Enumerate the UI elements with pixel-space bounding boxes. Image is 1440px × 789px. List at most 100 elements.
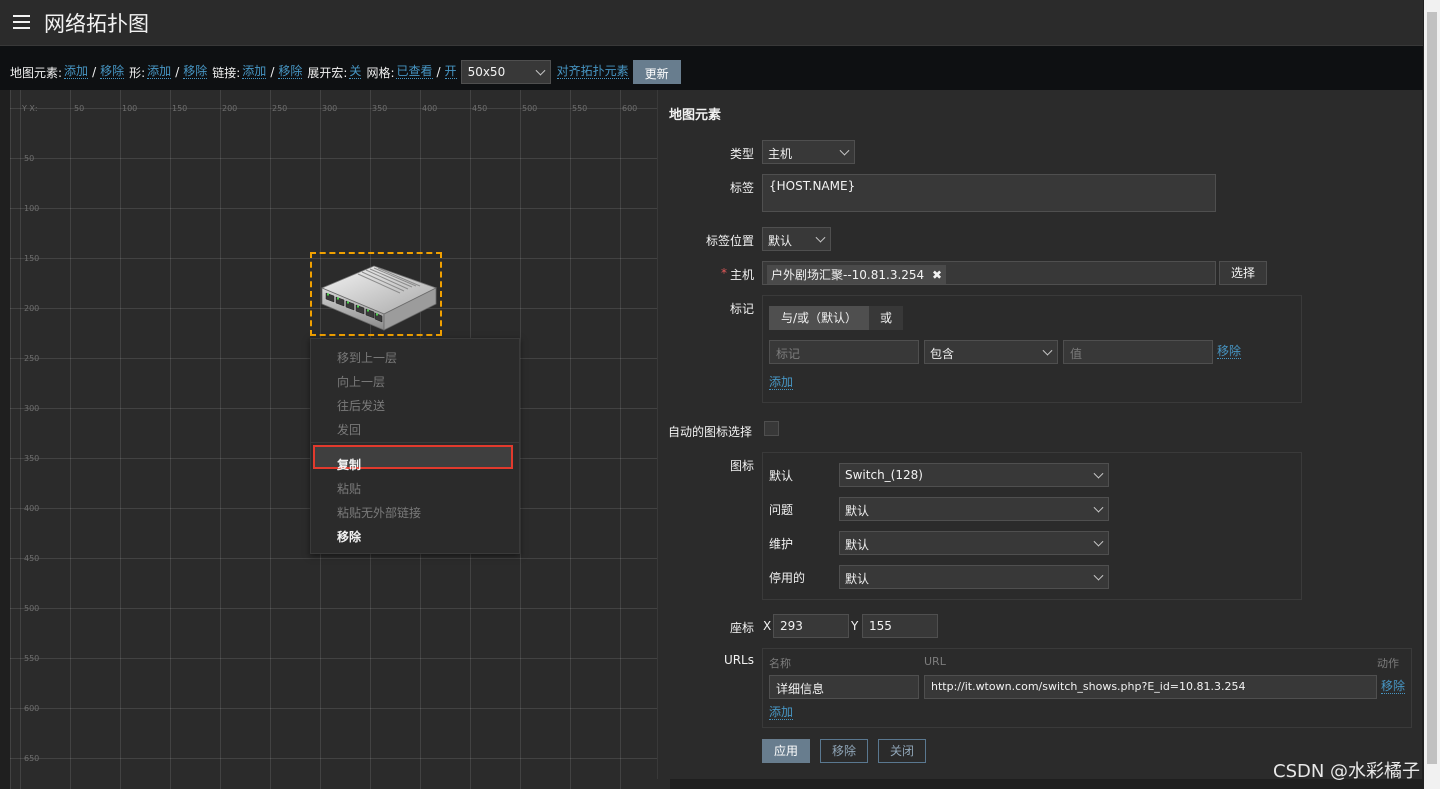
tag-operator-select[interactable]: 包含 [924, 340, 1058, 364]
icon-default-select[interactable]: Switch_(128) [839, 463, 1109, 487]
x-axis-tick: 600 [622, 104, 638, 113]
url-remove-link[interactable]: 移除 [1381, 680, 1406, 694]
x-axis-tick: 200 [222, 104, 238, 113]
tag-name-input[interactable]: 标记 [769, 340, 919, 364]
y-coordinate-input[interactable]: 155 [862, 614, 938, 638]
x-axis-tick: 250 [272, 104, 288, 113]
icons-label: 图标 [729, 459, 754, 473]
hamburger-menu-icon[interactable] [13, 15, 30, 29]
add-link-link[interactable]: 添加 [242, 65, 267, 79]
slash-separator: / [175, 65, 180, 79]
network-switch-icon [320, 265, 438, 331]
icon-maintenance-select[interactable]: 默认 [839, 531, 1109, 555]
type-select[interactable]: 主机 [762, 140, 855, 164]
icon-default-value: Switch_(128) [845, 468, 923, 482]
coordinates-label: 座标 [729, 621, 754, 635]
icon-disabled-select[interactable]: 默认 [839, 565, 1109, 589]
map-elements-label: 地图元素: [10, 65, 63, 80]
auto-icon-checkbox[interactable] [764, 421, 779, 436]
apply-button[interactable]: 应用 [762, 739, 810, 763]
menu-item-paste-without-links[interactable]: 粘贴无外部链接 [337, 504, 421, 521]
tags-or-toggle[interactable]: 或 [869, 306, 903, 330]
menu-item-send-to-back[interactable]: 发回 [337, 421, 361, 438]
x-axis-tick: 300 [322, 104, 338, 113]
menu-divider [311, 442, 519, 443]
tags-andor-toggle[interactable]: 与/或（默认） [769, 306, 869, 330]
menu-item-copy[interactable]: 复制 [337, 456, 361, 473]
url-name-input[interactable]: 详细信息 [769, 675, 919, 699]
host-select-button[interactable]: 选择 [1219, 261, 1267, 285]
shape-label: 形: [129, 65, 146, 80]
panel-title: 地图元素 [669, 108, 722, 123]
y-coordinate-value: 155 [869, 619, 892, 633]
grid-on-toggle[interactable]: 开 [444, 65, 457, 79]
y-axis-tick: 150 [24, 254, 40, 263]
url-name-header: 名称 [769, 657, 791, 670]
y-axis-tick: 500 [24, 604, 40, 613]
tag-operator-value: 包含 [930, 347, 955, 361]
y-axis-tick: 250 [24, 354, 40, 363]
y-axis-tick: 50 [24, 154, 35, 163]
chevron-down-icon [1042, 345, 1053, 356]
remove-element-link[interactable]: 移除 [100, 65, 125, 79]
page-title: 网络拓扑图 [44, 12, 149, 36]
icon-problem-value: 默认 [845, 504, 870, 518]
menu-item-remove[interactable]: 移除 [337, 528, 361, 545]
add-element-link[interactable]: 添加 [64, 65, 89, 79]
close-icon[interactable]: ✖ [932, 268, 942, 282]
close-button[interactable]: 关闭 [878, 739, 926, 763]
x-axis-tick: 400 [422, 104, 438, 113]
expand-macros-label: 展开宏: [307, 65, 348, 80]
remove-shape-link[interactable]: 移除 [183, 65, 208, 79]
menu-item-bring-forward[interactable]: 向上一层 [337, 373, 385, 390]
grid-size-select[interactable]: 50x50 [460, 60, 551, 84]
grid-label: 网格: [366, 65, 395, 80]
chevron-down-icon [839, 145, 850, 156]
x-coordinate-value: 293 [780, 619, 803, 633]
app-header: 网络拓扑图 [0, 0, 1423, 46]
align-elements-link[interactable]: 对齐拓扑元素 [556, 65, 629, 79]
icons-box: 默认 Switch_(128) 问题 默认 维护 默认 停用的 默认 [762, 452, 1302, 600]
label-textarea-value: {HOST.NAME} [769, 179, 856, 193]
y-axis-tick: 400 [24, 504, 40, 513]
url-add-link[interactable]: 添加 [769, 706, 794, 720]
expand-macros-toggle[interactable]: 关 [349, 65, 362, 79]
map-toolbar: 地图元素: 添加 / 移除 形: 添加 / 移除 链接: 添加 / 移除 展开宏… [0, 46, 1423, 90]
scrollbar-thumb[interactable] [1427, 12, 1437, 764]
add-shape-link[interactable]: 添加 [147, 65, 172, 79]
label-textarea[interactable]: {HOST.NAME} [762, 174, 1216, 212]
tag-value-input[interactable]: 值 [1063, 340, 1213, 364]
url-header: URL [924, 655, 946, 668]
tags-label: 标记 [729, 302, 754, 316]
grid-shown-toggle[interactable]: 已查看 [396, 65, 433, 79]
auto-icon-label: 自动的图标选择 [668, 425, 753, 439]
tag-remove-link[interactable]: 移除 [1217, 345, 1242, 359]
chevron-down-icon [1093, 468, 1104, 479]
url-input[interactable]: http://it.wtown.com/switch_shows.php?E_i… [924, 675, 1377, 699]
icon-problem-select[interactable]: 默认 [839, 497, 1109, 521]
host-multiselect[interactable]: 户外剧场汇聚--10.81.3.254 ✖ [762, 261, 1216, 285]
vertical-scrollbar[interactable] [1424, 0, 1440, 789]
context-menu: 移到上一层 向上一层 往后发送 发回 复制 粘贴 粘贴无外部链接 移除 [310, 338, 520, 554]
remove-link-link[interactable]: 移除 [278, 65, 303, 79]
menu-item-send-backward[interactable]: 往后发送 [337, 397, 385, 414]
chevron-down-icon [1093, 570, 1104, 581]
x-coordinate-input[interactable]: 293 [773, 614, 849, 638]
x-axis-tick: 550 [572, 104, 588, 113]
y-axis-tick: 550 [24, 654, 40, 663]
y-axis-tick: 200 [24, 304, 40, 313]
map-element-panel: 地图元素 类型 主机 标签 {HOST.NAME} 标签位置 默认 * 主机 户… [657, 90, 1422, 779]
menu-item-paste[interactable]: 粘贴 [337, 480, 361, 497]
menu-item-bring-to-front[interactable]: 移到上一层 [337, 349, 397, 366]
y-axis-tick: 650 [24, 754, 40, 763]
label-position-select[interactable]: 默认 [762, 227, 831, 251]
selected-host-element[interactable] [310, 252, 442, 336]
remove-button[interactable]: 移除 [820, 739, 868, 763]
url-name-value: 详细信息 [776, 682, 825, 696]
tag-add-link[interactable]: 添加 [769, 376, 794, 390]
label-position-value: 默认 [768, 234, 793, 248]
x-axis-tick: 50 [74, 104, 85, 113]
y-axis-tick: 100 [24, 204, 40, 213]
y-coordinate-label: Y [851, 619, 859, 633]
update-button[interactable]: 更新 [632, 60, 681, 84]
